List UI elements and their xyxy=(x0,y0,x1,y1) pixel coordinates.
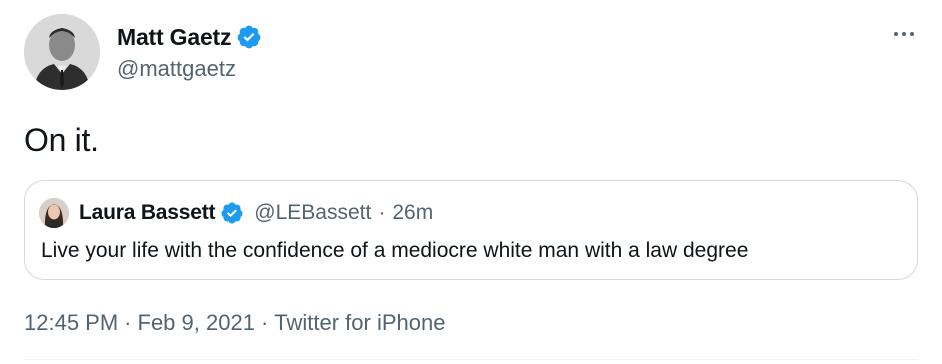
quoted-author-handle: @LEBassett xyxy=(254,201,372,224)
more-dot xyxy=(894,32,898,36)
author-name-row: Matt Gaetz xyxy=(117,22,262,52)
quoted-tweet-text: Live your life with the confidence of a … xyxy=(41,239,749,262)
verified-badge-icon xyxy=(237,25,261,49)
tweet-metadata: 12:45 PM · Feb 9, 2021 · Twitter for iPhone xyxy=(24,310,445,336)
separator-dot: · xyxy=(378,201,386,224)
more-dot xyxy=(910,32,914,36)
quoted-author-name: Laura Bassett xyxy=(79,201,216,224)
tweet-source-link[interactable]: Twitter for iPhone xyxy=(274,310,445,335)
quoted-author-avatar xyxy=(39,198,69,228)
quoted-timestamp: 26m xyxy=(392,201,434,224)
quoted-tweet[interactable]: Laura Bassett @LEBassett · 26m Live your… xyxy=(24,180,918,280)
separator-dot: · xyxy=(124,310,132,335)
tweet-time[interactable]: 12:45 PM xyxy=(24,310,118,335)
quoted-tweet-header: Laura Bassett @LEBassett · 26m xyxy=(39,197,433,229)
quoted-avatar-photo xyxy=(39,198,69,228)
author-block: Matt Gaetz @mattgaetz xyxy=(117,22,262,82)
tweet-card: Matt Gaetz @mattgaetz On it. Laura Basse xyxy=(0,0,942,364)
divider xyxy=(24,359,918,360)
separator-dot: · xyxy=(260,310,269,335)
more-options-button[interactable] xyxy=(886,22,922,46)
tweet-date[interactable]: Feb 9, 2021 xyxy=(138,310,255,335)
author-name[interactable]: Matt Gaetz xyxy=(117,24,231,51)
tweet-text: On it. xyxy=(24,122,99,158)
avatar-photo xyxy=(24,14,100,90)
avatar[interactable] xyxy=(24,14,100,90)
author-handle[interactable]: @mattgaetz xyxy=(117,56,262,82)
verified-badge-icon xyxy=(221,202,243,224)
more-dot xyxy=(902,32,906,36)
